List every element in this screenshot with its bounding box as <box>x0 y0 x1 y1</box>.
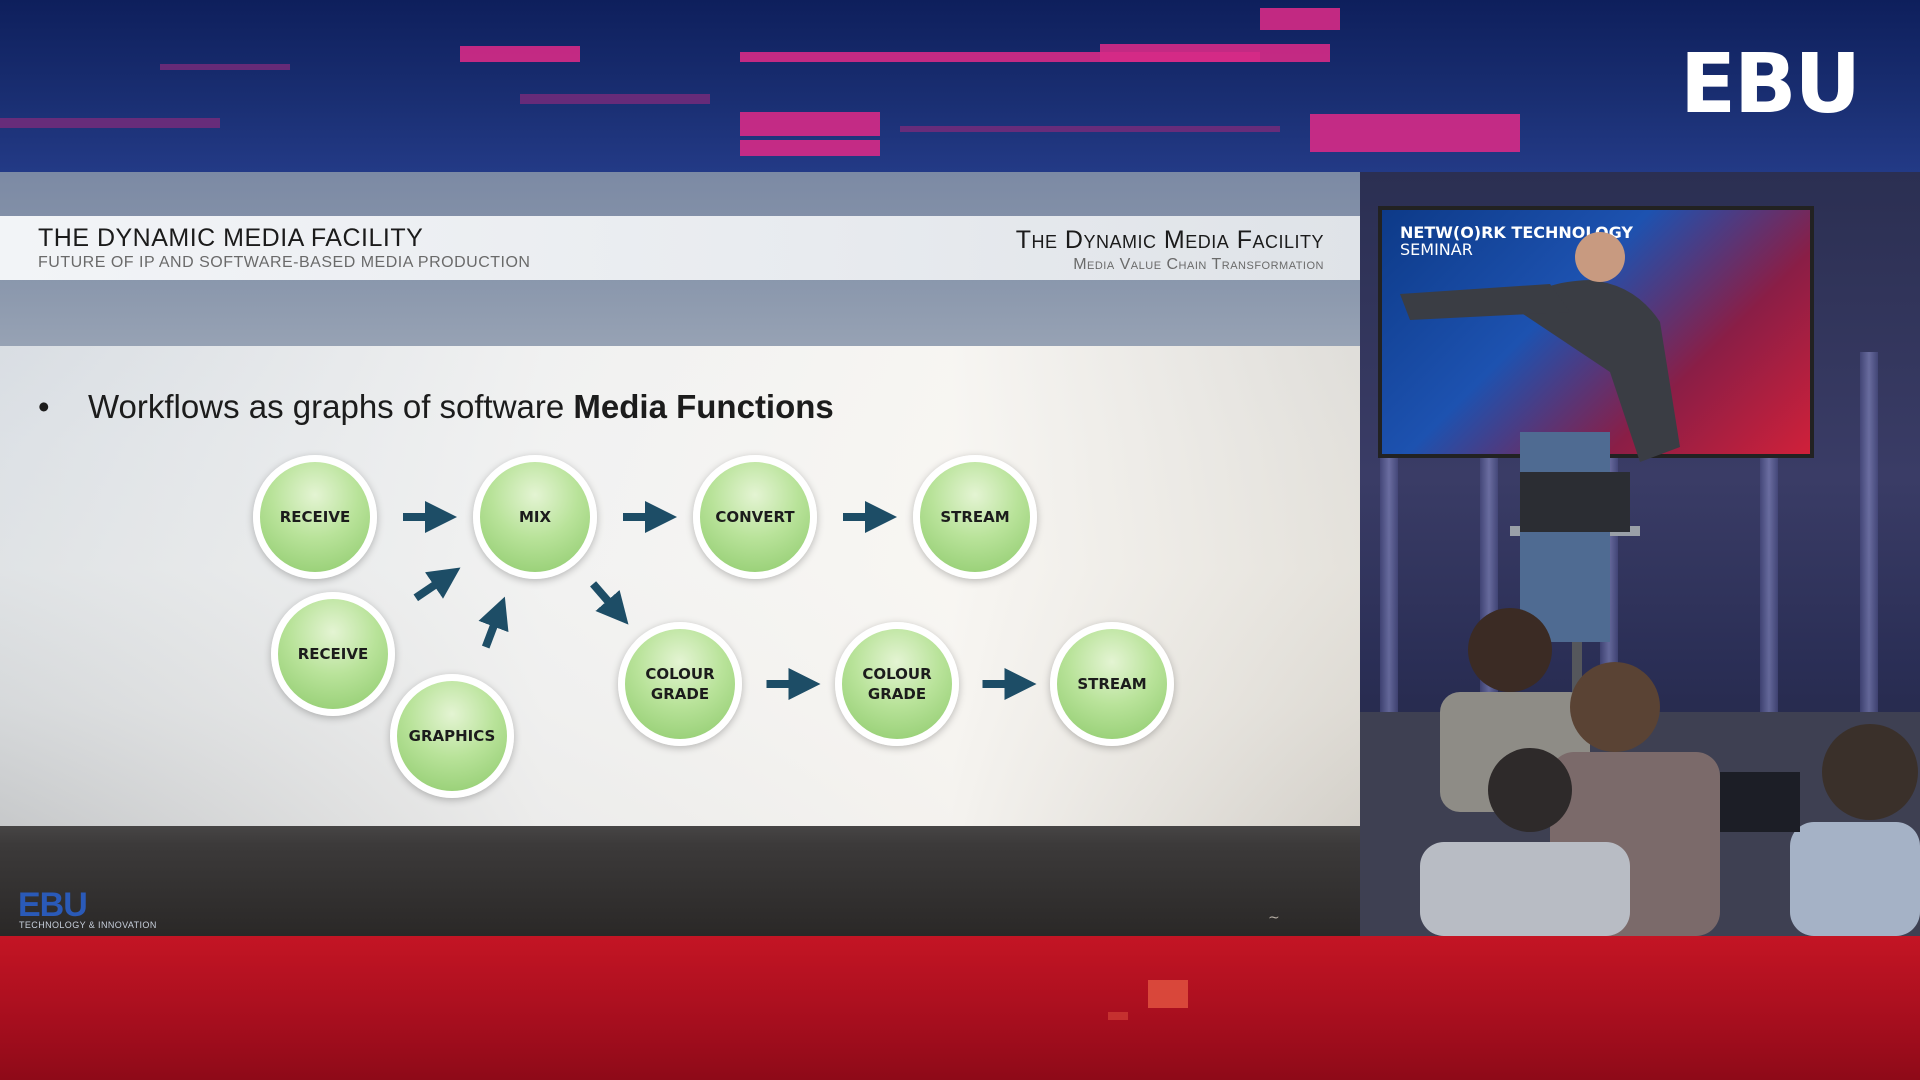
slide: THE DYNAMIC MEDIA FACILITY FUTURE OF IP … <box>0 172 1360 936</box>
diagram-arrows <box>403 501 1037 700</box>
glitch-bar <box>160 64 290 70</box>
node-convert: CONVERT <box>693 455 817 579</box>
speaker-photo: NETW(O)RK TECHNOLOGY SEMINAR <box>1360 172 1920 936</box>
footer-tagline: TECHNOLOGY & INNOVATION <box>19 920 157 930</box>
arrow-graphics-to-mix <box>478 596 509 649</box>
audience-figures <box>1360 608 1920 936</box>
slide-right-subtitle: Media Value Chain Transformation <box>1073 256 1324 273</box>
glitch-bar <box>1310 114 1520 152</box>
glitch-block <box>1148 980 1188 1008</box>
ebu-logo: EBU <box>1680 37 1861 132</box>
glitch-bar <box>740 140 880 156</box>
slide-subtitle: FUTURE OF IP AND SOFTWARE-BASED MEDIA PR… <box>38 254 531 271</box>
node-graphics: GRAPHICS <box>390 674 514 798</box>
content-panel: • Workflows as graphs of software Media F… <box>0 346 1360 826</box>
glitch-bar <box>1260 8 1340 30</box>
bottom-banner <box>0 936 1920 1080</box>
glitch-bar <box>900 126 1280 132</box>
glitch-bar <box>740 112 880 136</box>
photographer-signature: ~ <box>1268 910 1280 926</box>
slide-header: THE DYNAMIC MEDIA FACILITY FUTURE OF IP … <box>0 216 1360 280</box>
node-receive2: RECEIVE <box>271 592 395 716</box>
node-mix: MIX <box>473 455 597 579</box>
glitch-bar <box>520 94 710 104</box>
arrow-mix-to-colour1 <box>590 581 629 625</box>
node-colour2: COLOUR GRADE <box>835 622 959 746</box>
node-stream2: STREAM <box>1050 622 1174 746</box>
glitch-bar <box>1100 44 1330 62</box>
top-banner: EBU <box>0 0 1920 172</box>
node-colour1: COLOUR GRADE <box>618 622 742 746</box>
node-receive1: RECEIVE <box>253 455 377 579</box>
arrow-receive2-to-mix <box>413 567 461 602</box>
slide-title: THE DYNAMIC MEDIA FACILITY <box>38 224 424 252</box>
glitch-bar <box>460 46 580 62</box>
slide-right-title: The Dynamic Media Facility <box>1015 226 1324 254</box>
node-stream1: STREAM <box>913 455 1037 579</box>
glitch-bar <box>0 118 220 128</box>
glitch-block <box>1108 1012 1128 1020</box>
